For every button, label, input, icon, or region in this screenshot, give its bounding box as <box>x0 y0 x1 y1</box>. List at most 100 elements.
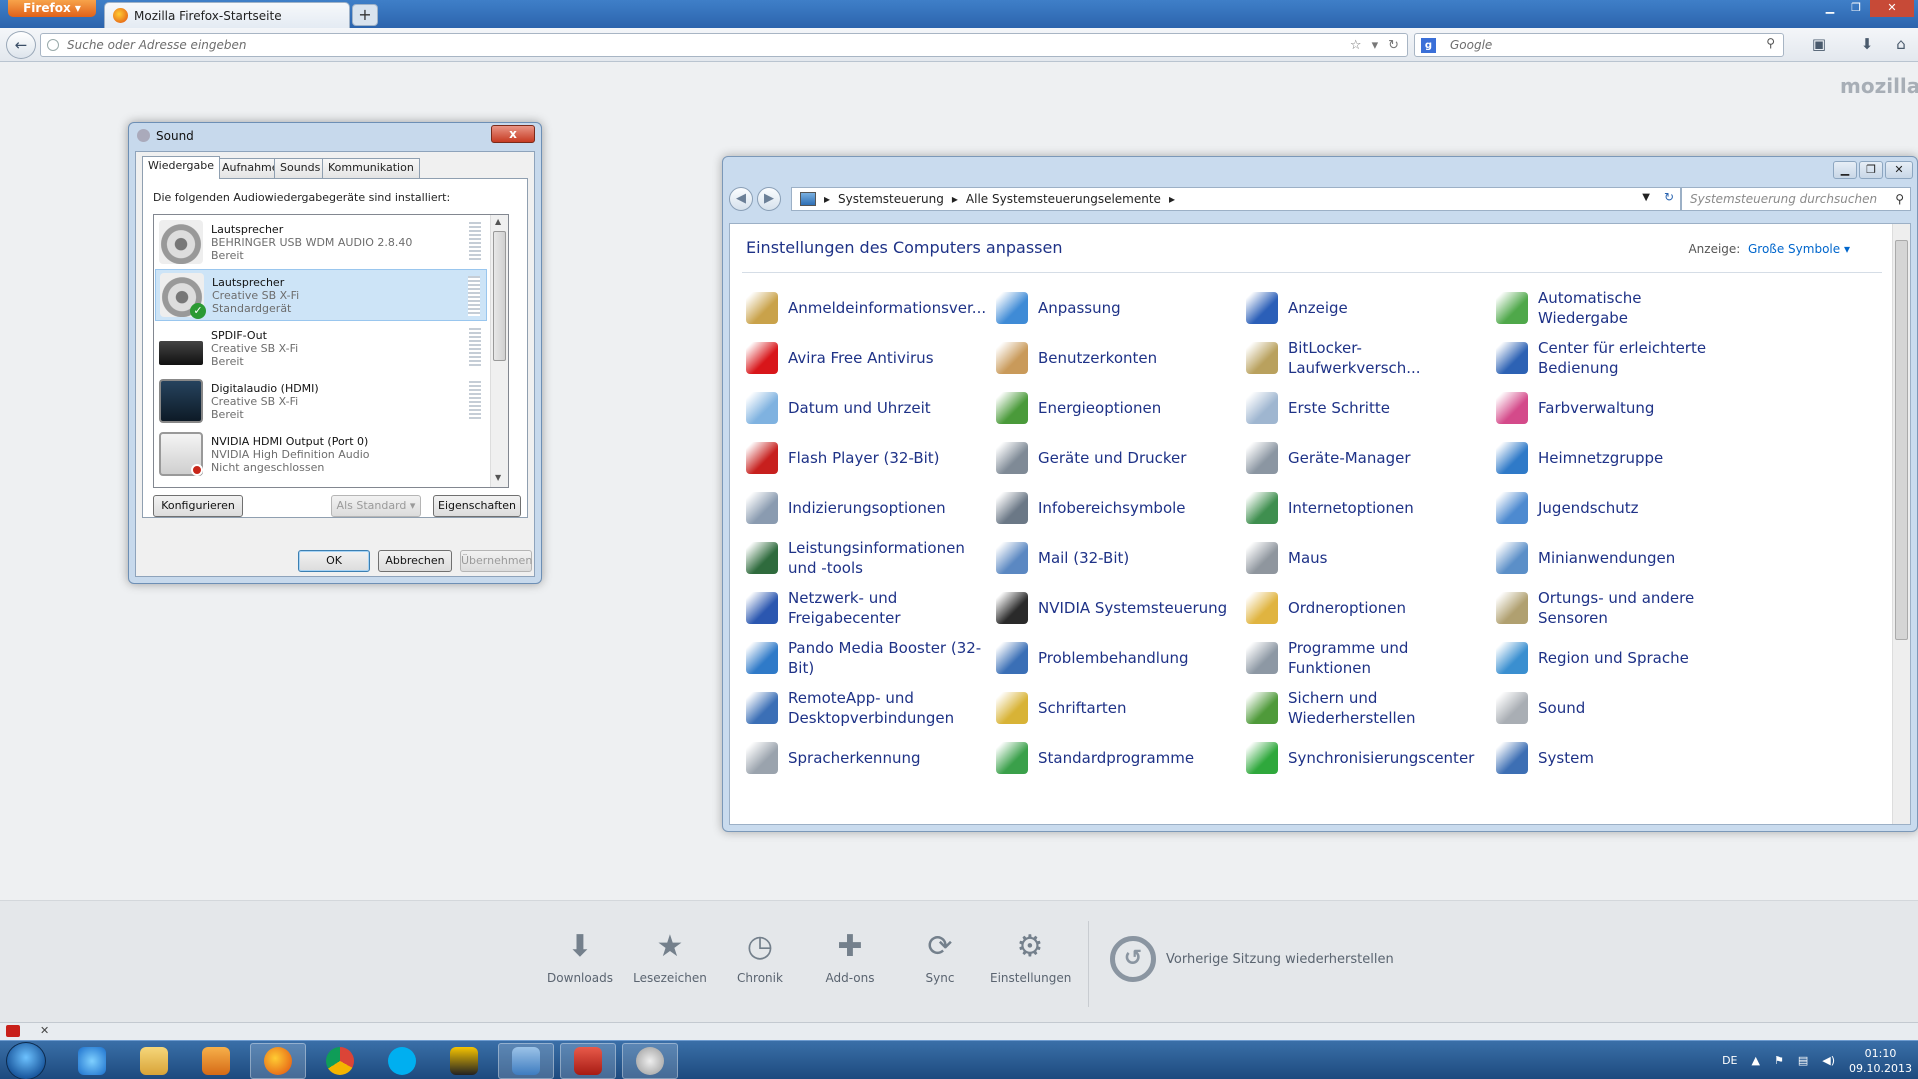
view-value[interactable]: Große Symbole <box>1748 242 1840 256</box>
configure-button[interactable]: Konfigurieren <box>153 495 243 517</box>
breadcrumb-item[interactable]: Alle Systemsteuerungselemente <box>966 192 1161 206</box>
control-panel-item[interactable]: Sound <box>1496 686 1736 730</box>
device-item[interactable]: SPDIF-Out Creative SB X-Fi Bereit <box>155 322 487 374</box>
control-panel-item[interactable]: Automatische Wiedergabe <box>1496 286 1736 330</box>
device-item[interactable]: Lautsprecher BEHRINGER USB WDM AUDIO 2.8.… <box>155 216 487 268</box>
maximize-icon[interactable]: ❐ <box>1859 161 1883 179</box>
addons-launcher[interactable]: ✚ Add-ons <box>810 929 890 985</box>
close-icon[interactable]: ✕ <box>1885 161 1913 179</box>
control-panel-item[interactable]: Problembehandlung <box>996 636 1236 680</box>
control-panel-item[interactable]: Mail (32-Bit) <box>996 536 1236 580</box>
scroll-down-icon[interactable]: ▼ <box>495 473 501 482</box>
apply-button[interactable]: Übernehmen <box>460 550 532 572</box>
control-panel-item[interactable]: Region und Sprache <box>1496 636 1736 680</box>
control-panel-item[interactable]: Avira Free Antivirus <box>746 336 986 380</box>
internet-explorer-icon[interactable] <box>64 1043 120 1079</box>
ok-button[interactable]: OK <box>298 550 370 572</box>
control-panel-item[interactable]: Anmeldeinformationsver... <box>746 286 986 330</box>
control-panel-item[interactable]: Anzeige <box>1246 286 1486 330</box>
properties-button[interactable]: Eigenschaften <box>433 495 521 517</box>
refresh-icon[interactable]: ↻ <box>1664 190 1674 204</box>
firefox-menu-button[interactable]: Firefox ▾ <box>8 0 96 17</box>
control-panel-item[interactable]: Anpassung <box>996 286 1236 330</box>
control-panel-item[interactable]: Minianwendungen <box>1496 536 1736 580</box>
bookmark-star-icon[interactable]: ☆ <box>1350 38 1362 53</box>
control-panel-item[interactable]: Schriftarten <box>996 686 1236 730</box>
control-panel-item[interactable]: Energieoptionen <box>996 386 1236 430</box>
sound-close-button[interactable]: x <box>491 125 535 143</box>
tab-wiedergabe[interactable]: Wiedergabe <box>142 156 221 179</box>
control-panel-item[interactable]: Geräte und Drucker <box>996 436 1236 480</box>
control-panel-item[interactable]: Benutzerkonten <box>996 336 1236 380</box>
control-panel-item[interactable]: Flash Player (32-Bit) <box>746 436 986 480</box>
control-panel-item[interactable]: Standardprogramme <box>996 736 1236 780</box>
control-panel-item[interactable]: Infobereichsymbole <box>996 486 1236 530</box>
downloads-arrow-icon[interactable]: ⬇ <box>1856 35 1878 55</box>
control-panel-item[interactable]: Sichern und Wiederherstellen <box>1246 686 1486 730</box>
sound-taskbar-icon[interactable] <box>622 1043 678 1079</box>
control-panel-item[interactable]: Jugendschutz <box>1496 486 1736 530</box>
firefox-taskbar-icon[interactable] <box>250 1043 306 1079</box>
scrollbar-thumb[interactable] <box>1895 240 1908 640</box>
device-item[interactable]: NVIDIA HDMI Output (Port 0) NVIDIA High D… <box>155 428 487 480</box>
control-panel-item[interactable]: RemoteApp- und Desktopverbindungen <box>746 686 986 730</box>
control-panel-item[interactable]: Erste Schritte <box>1246 386 1486 430</box>
bookmarks-launcher[interactable]: ★ Lesezeichen <box>630 929 710 985</box>
address-dropdown-icon[interactable]: ▼ <box>1642 192 1650 203</box>
minimize-window-icon[interactable]: ▁ <box>1818 0 1842 17</box>
back-arrow-icon[interactable]: ◀ <box>729 187 753 211</box>
home-icon[interactable]: ⌂ <box>1890 35 1912 55</box>
clock[interactable]: 01:10 09.10.2013 <box>1849 1046 1912 1076</box>
control-panel-item[interactable]: Ortungs- und andere Sensoren <box>1496 586 1736 630</box>
new-tab-button[interactable]: + <box>352 4 378 26</box>
control-panel-taskbar-icon[interactable] <box>498 1043 554 1079</box>
close-window-icon[interactable]: ✕ <box>1870 0 1914 17</box>
control-panel-item[interactable]: NVIDIA Systemsteuerung <box>996 586 1236 630</box>
minimize-icon[interactable]: ▁ <box>1833 161 1857 179</box>
url-bar[interactable]: Suche oder Adresse eingeben ☆ ▾ ↻ <box>40 33 1408 57</box>
control-panel-item[interactable]: Heimnetzgruppe <box>1496 436 1736 480</box>
scroll-up-icon[interactable]: ▲ <box>495 217 501 226</box>
adblock-icon[interactable] <box>6 1025 20 1037</box>
breadcrumb-item[interactable]: Systemsteuerung <box>838 192 944 206</box>
start-button[interactable] <box>6 1042 46 1079</box>
search-bar[interactable]: g Google ⚲ <box>1414 33 1784 57</box>
control-panel-item[interactable]: Center für erleichterte Bedienung <box>1496 336 1736 380</box>
google-search-engine-icon[interactable]: g <box>1421 37 1436 53</box>
control-panel-item[interactable]: BitLocker-Laufwerkversch... <box>1246 336 1486 380</box>
control-panel-item[interactable]: Ordneroptionen <box>1246 586 1486 630</box>
control-panel-item[interactable]: Geräte-Manager <box>1246 436 1486 480</box>
reload-icon[interactable]: ↻ <box>1388 38 1399 53</box>
app-taskbar-icon[interactable] <box>560 1043 616 1079</box>
network-icon[interactable]: ▤ <box>1798 1054 1808 1067</box>
control-panel-scrollbar[interactable] <box>1892 224 1910 824</box>
headphones-app-icon[interactable] <box>436 1043 492 1079</box>
language-indicator[interactable]: DE <box>1722 1054 1737 1067</box>
skype-icon[interactable] <box>374 1043 430 1079</box>
bookmarks-menu-icon[interactable]: ▣ <box>1808 35 1830 55</box>
control-panel-item[interactable]: Indizierungsoptionen <box>746 486 986 530</box>
back-arrow-icon[interactable]: ← <box>6 31 36 59</box>
media-player-icon[interactable] <box>188 1043 244 1079</box>
show-hidden-icons-icon[interactable]: ▲ <box>1752 1054 1760 1067</box>
control-panel-item[interactable]: Netzwerk- und Freigabecenter <box>746 586 986 630</box>
tab-sounds[interactable]: Sounds <box>274 158 327 178</box>
breadcrumb[interactable]: ▸ Systemsteuerung ▸ Alle Systemsteuerung… <box>791 187 1681 211</box>
control-panel-item[interactable]: Internetoptionen <box>1246 486 1486 530</box>
restore-window-icon[interactable]: ❐ <box>1844 0 1868 17</box>
magnifier-icon[interactable]: ⚲ <box>1766 36 1775 50</box>
restore-session-button[interactable]: ↺ Vorherige Sitzung wiederherstellen <box>1110 936 1394 982</box>
control-panel-search-input[interactable]: Systemsteuerung durchsuchen ⚲ <box>1681 187 1911 211</box>
control-panel-item[interactable]: Datum und Uhrzeit <box>746 386 986 430</box>
settings-launcher[interactable]: ⚙ Einstellungen <box>990 929 1071 985</box>
control-panel-item[interactable]: Farbverwaltung <box>1496 386 1736 430</box>
dropdown-arrow-icon[interactable]: ▾ <box>1372 38 1379 53</box>
control-panel-item[interactable]: Maus <box>1246 536 1486 580</box>
cancel-button[interactable]: Abbrechen <box>378 550 452 572</box>
browser-tab[interactable]: Mozilla Firefox-Startseite <box>104 2 350 28</box>
control-panel-item[interactable]: Synchronisierungscenter <box>1246 736 1486 780</box>
control-panel-item[interactable]: Spracherkennung <box>746 736 986 780</box>
sync-launcher[interactable]: ⟳ Sync <box>900 929 980 985</box>
close-addon-bar-icon[interactable]: ✕ <box>40 1024 49 1037</box>
control-panel-item[interactable]: Programme und Funktionen <box>1246 636 1486 680</box>
